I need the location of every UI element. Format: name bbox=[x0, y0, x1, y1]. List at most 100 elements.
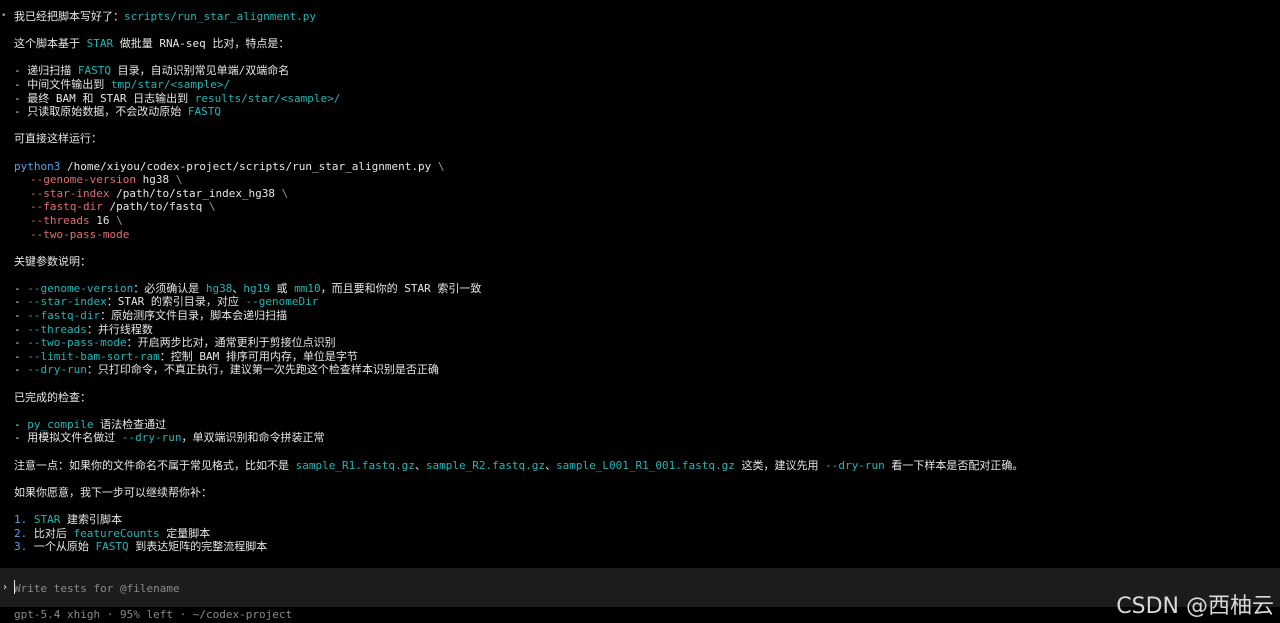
param-code: hg19 bbox=[243, 281, 270, 295]
param-text: ：并行线程数 bbox=[86, 322, 153, 336]
done-heading-text: 已完成的检查： bbox=[14, 390, 91, 404]
summary-star: STAR bbox=[86, 37, 114, 51]
next-code: FASTQ bbox=[95, 540, 129, 554]
check-text: ，单双端识别和命令拼装正常 bbox=[181, 431, 325, 445]
note-text: 、 bbox=[414, 458, 426, 472]
feature-item: - 只读取原始数据，不会改动原始 FASTQ bbox=[0, 105, 1280, 119]
command-exe: python3 bbox=[14, 159, 61, 173]
command-flag: --two-pass-mode bbox=[30, 227, 130, 241]
next-heading: 如果你愿意，我下一步可以继续帮你补： bbox=[0, 486, 1280, 500]
check-item: - 用模拟文件名做过 --dry-run，单双端识别和命令拼装正常 bbox=[0, 431, 1280, 445]
line-continuation: \ bbox=[208, 200, 216, 214]
param-item: - --limit-bam-sort-ram：控制 BAM 排序可用内存，单位是… bbox=[14, 349, 358, 363]
next-text: 建索引脚本 bbox=[60, 512, 122, 526]
status-bar: gpt-5.4 xhigh · 95% left · ~/codex-proje… bbox=[14, 608, 292, 621]
param-text: ：STAR 的索引目录，对应 bbox=[106, 295, 246, 309]
summary-text: 这个脚本基于 bbox=[14, 37, 87, 51]
feature-text: 目录，自动识别常见单端/双端命名 bbox=[111, 64, 290, 78]
command-arg-line: --threads 16 \ bbox=[0, 214, 1280, 228]
param-text: 或 bbox=[269, 281, 295, 295]
param-code: --genomeDir bbox=[245, 295, 319, 309]
param-flag: --dry-run bbox=[27, 363, 87, 377]
command-line: python3 /home/xiyou/codex-project/script… bbox=[0, 160, 1280, 174]
feature-item: - 递归扫描 FASTQ 目录，自动识别常见单端/双端命名 bbox=[0, 64, 1280, 78]
note-code: sample_R1.fastq.gz bbox=[295, 458, 415, 472]
prompt-chevron-icon: › bbox=[2, 582, 9, 593]
assistant-message: • 我已经把脚本写好了：scripts/run_star_alignment.py… bbox=[0, 10, 1280, 554]
note-text: 看一下样本是否配对正确。 bbox=[884, 458, 1024, 472]
next-item: 3. 一个从原始 FASTQ 到表达矩阵的完整流程脚本 bbox=[0, 540, 1280, 554]
next-code: STAR bbox=[33, 512, 61, 526]
intro-text: 我已经把脚本写好了： bbox=[14, 10, 124, 23]
next-text: 定量脚本 bbox=[159, 526, 211, 540]
message-bullet-icon: • bbox=[1, 11, 7, 21]
list-number: 1. bbox=[14, 512, 28, 526]
command-flag: --threads bbox=[30, 213, 90, 227]
param-code: mm10 bbox=[294, 281, 321, 295]
command-arg-line: --two-pass-mode bbox=[0, 228, 1280, 242]
list-number: 2. bbox=[14, 526, 28, 540]
command-value: /path/to/fastq bbox=[102, 200, 209, 214]
param-item: - --fastq-dir：原始测序文件目录，脚本会递归扫描 bbox=[14, 309, 288, 323]
param-item: - --threads：并行线程数 bbox=[14, 322, 153, 336]
command-flag: --star-index bbox=[30, 186, 110, 200]
feature-code: FASTQ bbox=[187, 105, 221, 119]
check-code: py_compile bbox=[27, 417, 94, 431]
command-arg-line: --genome-version hg38 \ bbox=[0, 173, 1280, 187]
command-flag: --genome-version bbox=[30, 173, 136, 187]
next-item: 1. STAR 建索引脚本 bbox=[0, 513, 1280, 527]
command-path: /home/xiyou/codex-project/scripts/run_st… bbox=[60, 159, 438, 173]
command-value: /path/to/star_index_hg38 bbox=[109, 186, 282, 200]
param-text: ：控制 BAM 排序可用内存，单位是字节 bbox=[159, 349, 358, 363]
feature-item: - 最终 BAM 和 STAR 日志输出到 results/star/<samp… bbox=[0, 92, 1280, 106]
run-heading: 可直接这样运行： bbox=[0, 132, 1280, 146]
list-number: 3. bbox=[14, 540, 28, 554]
status-text: gpt-5.4 xhigh · 95% left · ~/codex-proje… bbox=[14, 608, 293, 621]
next-text: 一个从原始 bbox=[27, 540, 96, 554]
param-item: - --star-index：STAR 的索引目录，对应 --genomeDir bbox=[14, 295, 319, 309]
param-text: ：必须确认是 bbox=[133, 281, 206, 295]
next-text: 比对后 bbox=[27, 526, 74, 540]
param-item: - --genome-version：必须确认是 hg38、hg19 或 mm1… bbox=[14, 281, 482, 295]
next-text: 到表达矩阵的完整流程脚本 bbox=[128, 540, 268, 554]
note-text: 、 bbox=[545, 458, 557, 472]
watermark: CSDN @西柚云 bbox=[1116, 594, 1274, 619]
line-continuation: \ bbox=[281, 186, 289, 200]
feature-item: - 中间文件输出到 tmp/star/<sample>/ bbox=[0, 78, 1280, 92]
command-arg-line: --star-index /path/to/star_index_hg38 \ bbox=[0, 187, 1280, 201]
feature-text: - 递归扫描 bbox=[14, 64, 78, 78]
command-value: hg38 bbox=[135, 173, 176, 187]
feature-code: results/star/<sample>/ bbox=[194, 91, 341, 105]
param-item: - --two-pass-mode：开启两步比对，通常更利于剪接位点识别 bbox=[14, 336, 336, 350]
param-text: ：开启两步比对，通常更利于剪接位点识别 bbox=[126, 336, 336, 350]
param-flag: --star-index bbox=[27, 295, 107, 309]
command-value: 16 bbox=[89, 213, 117, 227]
command-arg-line: --fastq-dir /path/to/fastq \ bbox=[0, 200, 1280, 214]
command-flag: --fastq-dir bbox=[30, 200, 103, 214]
prompt-input[interactable] bbox=[14, 581, 1014, 595]
note-code: sample_R2.fastq.gz bbox=[425, 458, 546, 472]
line-continuation: \ bbox=[175, 173, 183, 187]
param-flag: --genome-version bbox=[27, 281, 134, 295]
param-flag: --limit-bam-sort-ram bbox=[27, 349, 160, 363]
param-flag: --threads bbox=[27, 322, 87, 336]
text-cursor bbox=[14, 580, 15, 594]
line-continuation: \ bbox=[116, 213, 123, 227]
param-text: ，而且要和你的 STAR 索引一致 bbox=[320, 281, 482, 295]
param-code: hg38 bbox=[205, 281, 233, 295]
composer[interactable]: › bbox=[0, 568, 1280, 607]
param-flag: --fastq-dir bbox=[27, 309, 101, 323]
feature-text: - 中间文件输出到 bbox=[14, 77, 111, 91]
check-code: --dry-run bbox=[121, 431, 182, 445]
note-text: 这类，建议先用 bbox=[734, 458, 826, 472]
